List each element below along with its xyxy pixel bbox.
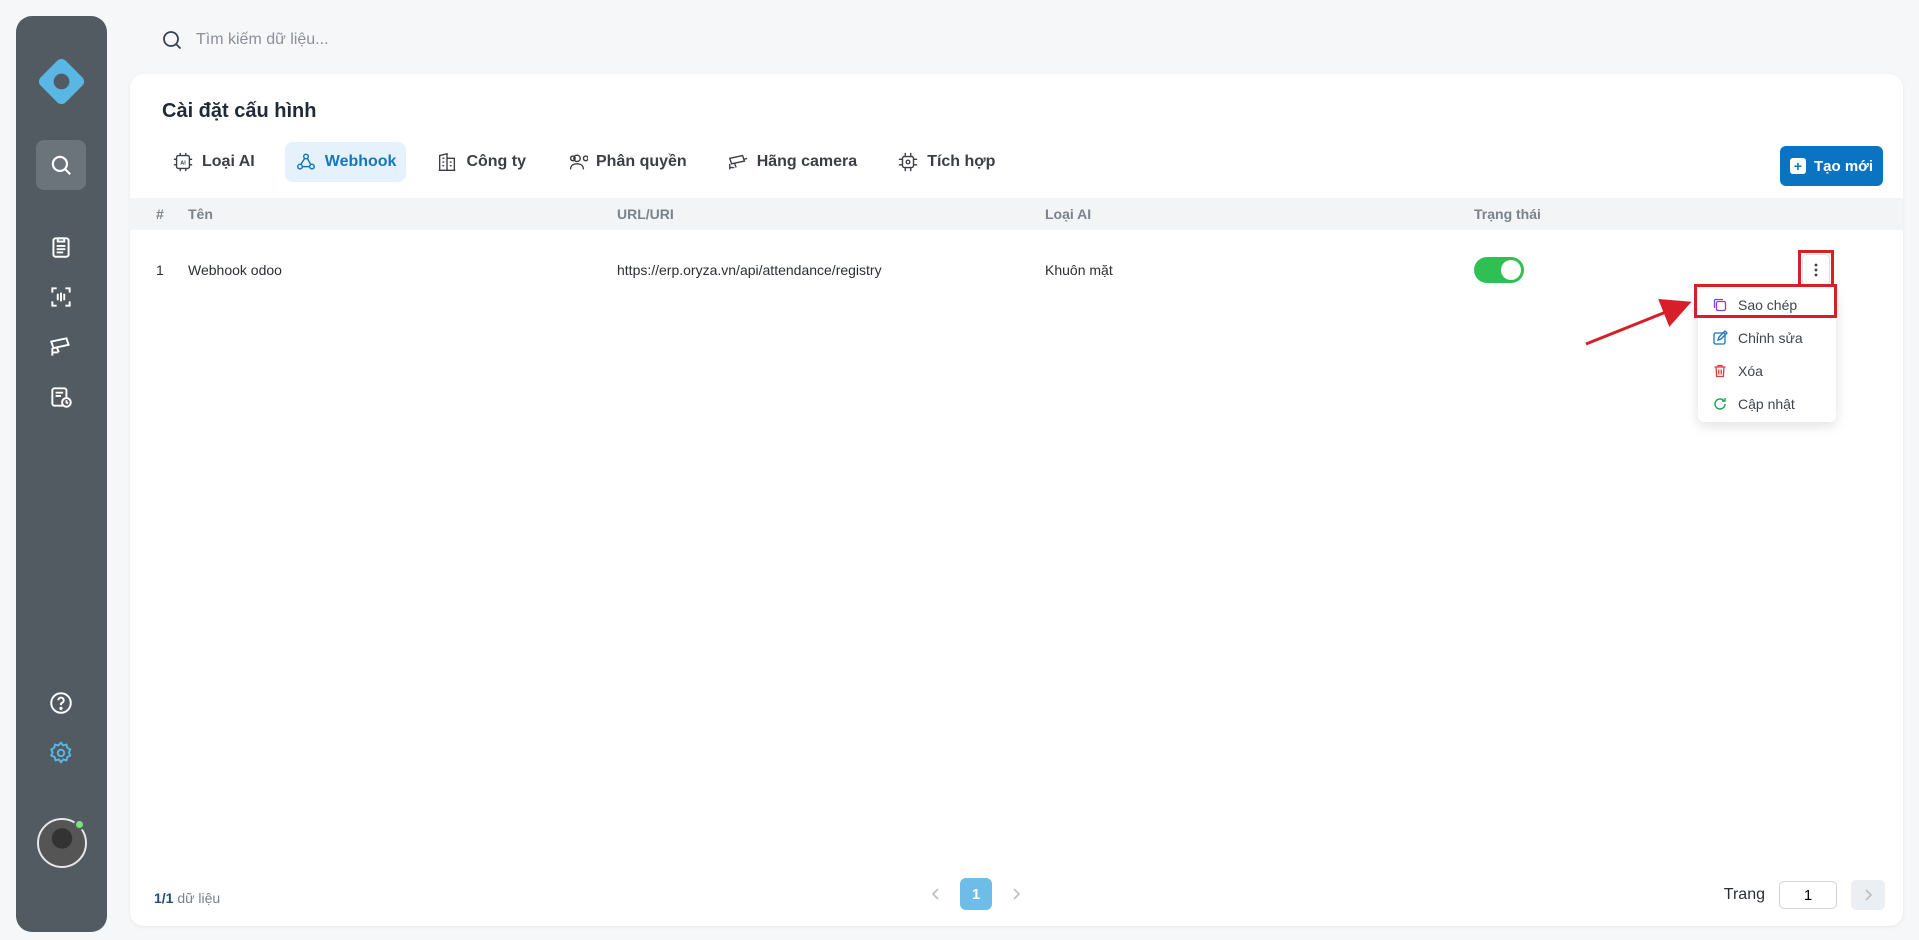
tab-ai-type[interactable]: AI Loại AI	[162, 142, 265, 182]
global-search	[160, 28, 596, 52]
sidebar-settings-button[interactable]	[36, 728, 86, 778]
tab-label: Tích hợp	[927, 153, 996, 170]
sidebar-schedule-button[interactable]	[36, 372, 86, 422]
page-go-button[interactable]	[1851, 880, 1885, 910]
menu-item-label: Xóa	[1738, 362, 1763, 379]
pagination: 1	[926, 878, 1026, 910]
edit-icon	[1713, 329, 1728, 345]
webhook-icon	[296, 153, 315, 170]
count-total: /1	[161, 890, 174, 906]
page-number-button[interactable]: 1	[960, 878, 992, 910]
row-index: 1	[156, 262, 164, 278]
sidebar-face-scan-button[interactable]	[36, 272, 86, 322]
tab-label: Loại AI	[202, 153, 255, 170]
tab-camera-brand[interactable]: Hãng camera	[717, 142, 868, 182]
menu-item-edit[interactable]: Chỉnh sửa	[1698, 321, 1836, 354]
building-icon	[439, 152, 456, 171]
tab-label: Webhook	[324, 153, 397, 170]
menu-item-label: Chỉnh sửa	[1738, 329, 1803, 346]
help-icon	[50, 692, 72, 714]
count-current: 1	[154, 890, 162, 906]
tab-webhook[interactable]: Webhook	[284, 142, 407, 182]
online-status-dot	[74, 819, 85, 830]
users-icon	[569, 154, 588, 170]
page-jump-label: Trang	[1723, 886, 1765, 903]
search-input[interactable]	[196, 31, 596, 49]
status-toggle[interactable]	[1474, 257, 1524, 283]
menu-item-update[interactable]: Cập nhật	[1698, 387, 1836, 420]
sidebar	[16, 16, 107, 932]
chevron-left-icon	[931, 888, 939, 900]
create-new-label: Tạo mới	[1813, 157, 1873, 175]
header-index: #	[156, 206, 164, 222]
highlight-box-copy	[1694, 284, 1837, 318]
integration-icon	[899, 152, 918, 172]
header-ai-type: Loại AI	[1045, 206, 1092, 222]
sidebar-reports-button[interactable]	[36, 222, 86, 272]
svg-text:AI: AI	[180, 160, 186, 166]
sidebar-search-button[interactable]	[36, 140, 86, 190]
tab-label: Hãng camera	[756, 153, 858, 170]
plus-icon: +	[1789, 158, 1806, 174]
menu-item-delete[interactable]: Xóa	[1698, 354, 1836, 387]
row-name: Webhook odoo	[188, 262, 282, 278]
page-title: Cài đặt cấu hình	[162, 100, 317, 122]
search-icon	[163, 31, 182, 50]
tab-company[interactable]: Công ty	[426, 142, 536, 182]
camera-icon	[728, 154, 748, 170]
settings-tabs: AI Loại AI Webhook Công ty Phân quyền Hã…	[162, 142, 1005, 182]
header-status: Trạng thái	[1474, 206, 1541, 222]
next-page-button[interactable]	[1006, 879, 1026, 909]
menu-item-label: Cập nhật	[1738, 395, 1795, 412]
page-jump-input[interactable]	[1779, 881, 1837, 909]
table-header: # Tên URL/URI Loại AI Trạng thái	[130, 198, 1903, 230]
page-jump: Trang	[1724, 880, 1885, 910]
row-ai-type: Khuôn mặt	[1045, 262, 1113, 278]
tab-permissions[interactable]: Phân quyền	[556, 142, 697, 182]
tab-integration[interactable]: Tích hợp	[887, 142, 1005, 182]
chevron-right-icon	[1013, 888, 1021, 900]
refresh-icon	[1714, 397, 1726, 410]
face-scan-icon	[51, 287, 71, 307]
header-name: Tên	[188, 206, 213, 222]
sidebar-camera-button[interactable]	[36, 322, 86, 372]
chevron-right-icon	[1865, 889, 1873, 901]
header-url: URL/URI	[617, 206, 674, 222]
search-icon	[51, 155, 71, 175]
sidebar-help-button[interactable]	[36, 678, 86, 728]
record-count: 1/1 dữ liệu	[154, 890, 220, 906]
table-row[interactable]: 1 Webhook odoo https://erp.oryza.vn/api/…	[130, 248, 1903, 292]
gear-icon	[49, 741, 72, 764]
settings-card: Cài đặt cấu hình AI Loại AI Webhook Công…	[130, 74, 1903, 926]
schedule-icon	[51, 387, 72, 408]
clipboard-icon	[52, 237, 70, 258]
trash-icon	[1714, 364, 1726, 377]
tab-label: Công ty	[466, 153, 526, 170]
tab-label: Phân quyền	[596, 153, 687, 170]
app-logo-icon[interactable]	[34, 54, 89, 109]
row-url: https://erp.oryza.vn/api/attendance/regi…	[617, 262, 882, 278]
create-new-button[interactable]: + Tạo mới	[1779, 146, 1883, 186]
cctv-icon	[49, 337, 70, 356]
ai-chip-icon: AI	[173, 152, 193, 172]
count-suffix: dữ liệu	[173, 890, 221, 906]
prev-page-button[interactable]	[926, 879, 946, 909]
